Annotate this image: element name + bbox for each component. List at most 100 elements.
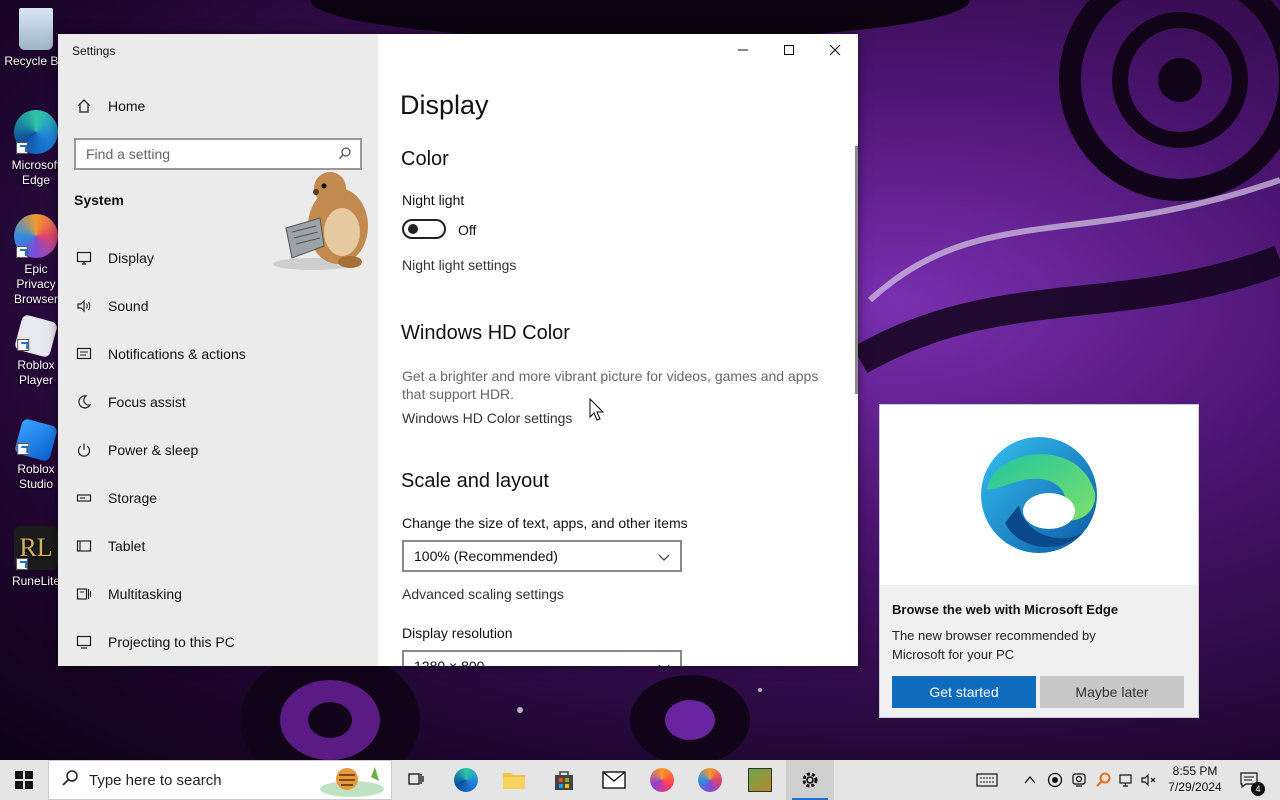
tray-volume[interactable] xyxy=(1138,760,1160,800)
scale-dropdown-value: 100% (Recommended) xyxy=(414,548,558,564)
taskbar-edge[interactable] xyxy=(442,760,490,800)
home-icon xyxy=(74,96,94,116)
minimize-button[interactable] xyxy=(720,34,766,66)
close-button[interactable] xyxy=(812,34,858,66)
hd-color-description: Get a brighter and more vibrant picture … xyxy=(402,368,819,402)
edge-icon xyxy=(454,768,478,792)
nav-display[interactable]: Display xyxy=(58,238,378,278)
taskbar-file-explorer[interactable] xyxy=(490,760,538,800)
scale-label: Change the size of text, apps, and other… xyxy=(402,515,688,531)
section-heading-system: System xyxy=(74,192,124,208)
desktop-icon-label: Microsoft Edge xyxy=(11,158,61,187)
keyboard-icon xyxy=(976,773,998,787)
clock-date: 7/29/2024 xyxy=(1168,780,1222,794)
page-title: Display xyxy=(400,90,489,120)
settings-window: Settings Home Find a setting System Disp… xyxy=(58,34,858,666)
store-bag-icon xyxy=(555,771,573,790)
content-scrollbar[interactable] xyxy=(855,146,858,394)
resolution-dropdown[interactable]: 1280 × 800 xyxy=(402,650,682,666)
taskbar-clock[interactable]: 8:55 PM 7/29/2024 xyxy=(1160,763,1230,795)
taskbar-game-app[interactable] xyxy=(736,760,784,800)
speaker-icon xyxy=(74,296,94,316)
search-icon xyxy=(61,769,79,791)
epic-browser-icon xyxy=(14,214,58,258)
nav-multitasking-label: Multitasking xyxy=(108,586,182,602)
nav-storage[interactable]: Storage xyxy=(58,478,378,518)
nav-notifications[interactable]: Notifications & actions xyxy=(58,334,378,374)
color-heading: Color xyxy=(401,148,449,170)
nav-home-label: Home xyxy=(108,98,146,114)
advanced-scaling-link[interactable]: Advanced scaling settings xyxy=(402,586,564,602)
resolution-label: Display resolution xyxy=(402,625,513,641)
roblox-icon xyxy=(13,313,59,359)
maybe-later-button[interactable]: Maybe later xyxy=(1040,676,1184,708)
search-placeholder: Find a setting xyxy=(86,146,171,162)
mouse-cursor-icon xyxy=(589,398,605,421)
search-highlight-tiger-icon xyxy=(317,763,387,797)
night-light-label: Night light xyxy=(402,192,465,208)
night-light-toggle[interactable] xyxy=(402,219,446,239)
desktop-icon-label: Roblox Player xyxy=(17,358,55,387)
tray-webcam[interactable] xyxy=(1068,760,1090,800)
task-view-icon xyxy=(408,773,424,785)
chevron-down-icon xyxy=(658,550,670,566)
taskbar-epic-browser[interactable] xyxy=(686,760,734,800)
monitor-icon xyxy=(74,248,94,268)
taskbar-firefox[interactable] xyxy=(638,760,686,800)
taskbar-search-box[interactable]: Type here to search xyxy=(48,760,392,800)
minimize-icon xyxy=(738,49,748,51)
nav-sound[interactable]: Sound xyxy=(58,286,378,326)
start-button[interactable] xyxy=(0,760,48,800)
epic-browser-icon xyxy=(698,768,722,792)
hd-color-settings-link[interactable]: Windows HD Color settings xyxy=(402,410,572,426)
settings-sidebar: Settings Home Find a setting System Disp… xyxy=(58,34,378,666)
nav-home[interactable]: Home xyxy=(58,86,378,126)
nav-projecting[interactable]: Projecting to this PC xyxy=(58,622,378,662)
nav-focus-assist[interactable]: Focus assist xyxy=(58,382,378,422)
scale-dropdown[interactable]: 100% (Recommended) xyxy=(402,540,682,572)
desktop-icon-label: Roblox Studio xyxy=(17,462,55,491)
edge-promo-hero xyxy=(880,405,1198,585)
taskbar-task-view[interactable] xyxy=(392,760,440,800)
maximize-button[interactable] xyxy=(766,34,812,66)
tray-keyboard[interactable] xyxy=(972,760,1002,800)
hd-color-heading: Windows HD Color xyxy=(401,322,570,344)
nav-notifications-label: Notifications & actions xyxy=(108,346,246,362)
nav-sound-label: Sound xyxy=(108,298,149,314)
chevron-down-icon xyxy=(658,660,670,666)
taskbar-settings[interactable] xyxy=(786,760,834,800)
clock-time: 8:55 PM xyxy=(1172,764,1218,778)
close-icon xyxy=(829,44,841,56)
recycle-bin-icon xyxy=(19,8,53,50)
tray-show-hidden[interactable] xyxy=(1020,760,1040,800)
tray-record[interactable] xyxy=(1044,760,1066,800)
taskbar-mail[interactable] xyxy=(590,760,638,800)
nav-power-sleep[interactable]: Power & sleep xyxy=(58,430,378,470)
webcam-icon xyxy=(1072,773,1086,787)
night-light-state: Off xyxy=(458,222,477,238)
moon-icon xyxy=(74,392,94,412)
taskbar-search-placeholder: Type here to search xyxy=(89,771,222,789)
notification-count-badge: 4 xyxy=(1251,782,1265,796)
nav-projecting-label: Projecting to this PC xyxy=(108,634,235,650)
edge-promo-title: Browse the web with Microsoft Edge xyxy=(892,602,1119,617)
tray-network[interactable] xyxy=(1116,760,1138,800)
chevron-up-icon xyxy=(1024,775,1036,784)
maximize-icon xyxy=(784,45,794,55)
gear-icon xyxy=(802,772,818,788)
taskbar: Type here to search 8:55 PM 7/29/2024 4 xyxy=(0,760,1280,800)
desktop-icon-label: RuneLite xyxy=(11,574,61,588)
tray-search-app[interactable] xyxy=(1092,760,1114,800)
edge-icon xyxy=(14,110,58,154)
nav-multitasking[interactable]: Multitasking xyxy=(58,574,378,614)
night-light-settings-link[interactable]: Night light settings xyxy=(402,257,516,273)
runelite-icon: RL xyxy=(14,526,58,570)
volume-muted-icon xyxy=(1141,773,1156,787)
get-started-button[interactable]: Get started xyxy=(892,676,1036,708)
nav-tablet[interactable]: Tablet xyxy=(58,526,378,566)
game-app-icon xyxy=(748,768,772,792)
taskbar-store[interactable] xyxy=(540,760,588,800)
multitasking-icon xyxy=(74,584,94,604)
settings-content: Display Color Night light Off Night ligh… xyxy=(378,34,858,666)
power-icon xyxy=(74,440,94,460)
